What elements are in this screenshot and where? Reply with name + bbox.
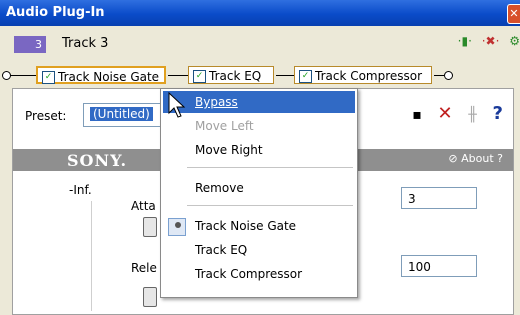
menu-item-label: Remove bbox=[195, 181, 244, 195]
checkbox-icon[interactable]: ✓ bbox=[42, 71, 55, 84]
chain-wire bbox=[168, 75, 188, 76]
level-label: -Inf. bbox=[69, 183, 92, 197]
help-icon[interactable]: ? bbox=[493, 103, 503, 124]
delete-icon[interactable]: ✕ bbox=[438, 103, 453, 124]
preset-toolbar: ▪ ✕ ╫ ? bbox=[402, 103, 503, 124]
attack-label: Atta bbox=[131, 199, 156, 213]
preset-value: (Untitled) bbox=[90, 107, 153, 121]
plugin-chain: ✓ Track Noise Gate ✓ Track EQ ✓ Track Co… bbox=[0, 62, 520, 88]
track-header: 3 Track 3 ·▮· ·✖· ⚙ bbox=[0, 26, 520, 62]
menu-item-label: Track EQ bbox=[195, 243, 248, 257]
chain-config-icon[interactable]: ⚙ bbox=[509, 34, 520, 48]
window-title: Audio Plug-In bbox=[6, 5, 105, 20]
chain-icons: ·▮· ·✖· ⚙ bbox=[452, 34, 520, 54]
menu-separator bbox=[187, 205, 353, 206]
plugin-label: Track Noise Gate bbox=[58, 70, 160, 84]
window-titlebar: Audio Plug-In ✕ bbox=[0, 0, 520, 26]
insert-plugin-icon[interactable]: ·▮· bbox=[458, 34, 472, 48]
menu-item-label: Track Noise Gate bbox=[195, 219, 297, 233]
chain-wire bbox=[10, 75, 36, 76]
context-menu: Bypass Move Left Move Right Remove Track… bbox=[160, 88, 358, 298]
sony-logo: SONY. bbox=[67, 151, 128, 170]
menu-item-move-left: Move Left bbox=[163, 115, 355, 137]
menu-item-track-compressor[interactable]: Track Compressor bbox=[163, 263, 355, 285]
about-label: About bbox=[461, 152, 494, 165]
remove-plugin-icon[interactable]: ·✖· bbox=[482, 34, 500, 48]
plugin-label: Track EQ bbox=[209, 69, 262, 83]
chain-wire bbox=[276, 75, 294, 76]
about-icon: ⊘ bbox=[448, 152, 458, 165]
plugin-node-compressor[interactable]: ✓ Track Compressor bbox=[294, 66, 432, 84]
mouse-cursor-icon bbox=[168, 92, 186, 118]
about-help-icon: ? bbox=[497, 152, 503, 165]
attack-slider-thumb[interactable] bbox=[143, 217, 157, 237]
menu-item-track-eq[interactable]: Track EQ bbox=[163, 239, 355, 261]
preset-label: Preset: bbox=[25, 109, 67, 123]
chain-wire bbox=[434, 75, 444, 76]
bullet-icon bbox=[175, 222, 181, 228]
plugin-node-eq[interactable]: ✓ Track EQ bbox=[188, 66, 274, 84]
checkbox-icon[interactable]: ✓ bbox=[299, 70, 312, 83]
track-number-badge: 3 bbox=[14, 36, 46, 53]
menu-item-track-noise-gate[interactable]: Track Noise Gate bbox=[163, 215, 355, 237]
plugin-label: Track Compressor bbox=[315, 69, 423, 83]
checkbox-icon[interactable]: ✓ bbox=[193, 70, 206, 83]
chain-output-node bbox=[444, 71, 453, 80]
about-button[interactable]: ⊘ About ? bbox=[448, 152, 503, 165]
level-meter bbox=[91, 201, 92, 311]
menu-item-label: Bypass bbox=[195, 95, 238, 109]
close-button[interactable]: ✕ bbox=[507, 4, 520, 24]
menu-item-remove[interactable]: Remove bbox=[163, 177, 355, 199]
release-slider-thumb[interactable] bbox=[143, 287, 157, 307]
menu-separator bbox=[187, 167, 353, 168]
menu-item-label: Move Right bbox=[195, 143, 263, 157]
tune-icon[interactable]: ╫ bbox=[468, 107, 476, 123]
track-name: Track 3 bbox=[62, 36, 109, 51]
save-icon[interactable]: ▪ bbox=[412, 107, 422, 123]
release-value-field[interactable]: 100 bbox=[401, 255, 477, 277]
menu-item-label: Track Compressor bbox=[195, 267, 303, 281]
release-label: Rele bbox=[131, 261, 157, 275]
menu-item-label: Move Left bbox=[195, 119, 254, 133]
menu-item-bypass[interactable]: Bypass bbox=[163, 91, 355, 113]
attack-value-field[interactable]: 3 bbox=[401, 187, 477, 209]
menu-item-move-right[interactable]: Move Right bbox=[163, 139, 355, 161]
plugin-node-noise-gate[interactable]: ✓ Track Noise Gate bbox=[36, 66, 166, 84]
